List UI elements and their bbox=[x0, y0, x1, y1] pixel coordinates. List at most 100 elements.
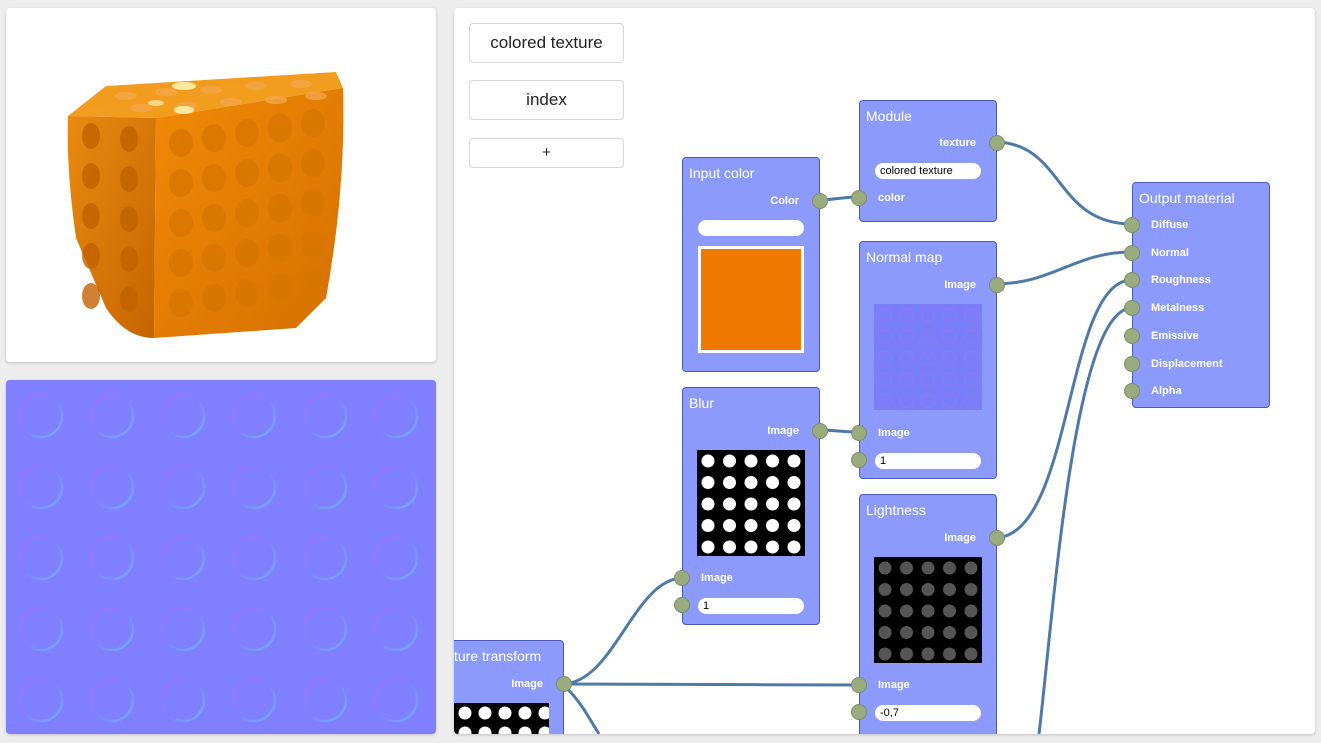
input-port-emissive[interactable] bbox=[1124, 327, 1140, 344]
thumbnail-dot bbox=[943, 626, 956, 639]
cube-dot bbox=[115, 92, 137, 100]
thumbnail-dot bbox=[943, 647, 956, 661]
node-lightness[interactable]: Lightness Image Image bbox=[851, 494, 1005, 734]
node-input-color[interactable]: Input color Color bbox=[682, 157, 828, 372]
thumbnail-dot bbox=[766, 476, 779, 489]
thumbnail-dot bbox=[964, 647, 978, 661]
thumbnail-dot bbox=[766, 519, 779, 532]
output-port-image[interactable] bbox=[812, 423, 828, 439]
thumbnail-dot bbox=[787, 454, 801, 468]
input-port-diffuse[interactable] bbox=[1124, 217, 1140, 233]
lightness-thumbnail bbox=[874, 557, 982, 663]
input-port-image[interactable] bbox=[851, 677, 867, 693]
port-label-image-out: Image bbox=[511, 678, 543, 690]
port-label-displacement: Displacement bbox=[1151, 357, 1223, 370]
input-port-strength[interactable] bbox=[851, 452, 867, 468]
output-port-texture[interactable] bbox=[989, 135, 1005, 151]
input-port-amount[interactable] bbox=[851, 704, 867, 720]
thumbnail-dot bbox=[478, 706, 492, 720]
input-port-normal[interactable] bbox=[1124, 244, 1140, 261]
normal-map-texture bbox=[6, 380, 436, 734]
thumbnail-dot bbox=[921, 647, 935, 661]
input-port-alpha[interactable] bbox=[1124, 383, 1140, 400]
node-title: Output material bbox=[1139, 190, 1235, 206]
orange-dice-cube-render bbox=[67, 72, 344, 338]
thumbnail-dot bbox=[878, 647, 892, 661]
thumbnail-dot bbox=[878, 583, 892, 596]
thumbnail-dot bbox=[787, 497, 801, 511]
node-title: ture transform bbox=[454, 648, 542, 664]
thumbnail-dot bbox=[900, 626, 913, 639]
thumbnail-dot bbox=[900, 604, 913, 618]
output-port-image[interactable] bbox=[556, 676, 572, 692]
blur-amount-field[interactable] bbox=[698, 598, 804, 614]
input-port-color[interactable] bbox=[851, 190, 867, 206]
node-blur[interactable]: Blur Image Image bbox=[674, 387, 828, 625]
input-port-image[interactable] bbox=[674, 570, 690, 586]
thumbnail-dot bbox=[723, 540, 736, 554]
output-port-image[interactable] bbox=[989, 277, 1005, 293]
normal-strength-field[interactable] bbox=[875, 453, 981, 469]
output-port-image[interactable] bbox=[989, 530, 1005, 546]
cube-dot bbox=[202, 204, 226, 232]
cube-dot bbox=[82, 243, 100, 269]
port-label-image-in: Image bbox=[878, 679, 910, 691]
node-title: Input color bbox=[689, 165, 755, 181]
cube-dot bbox=[235, 199, 259, 227]
color-swatch[interactable] bbox=[698, 246, 804, 353]
cube-dot bbox=[169, 169, 193, 197]
port-label-image-out: Image bbox=[944, 532, 976, 544]
node-title: Blur bbox=[689, 395, 714, 411]
thumbnail-dot bbox=[458, 706, 472, 720]
thumbnail-dot bbox=[766, 497, 779, 511]
cube-dot bbox=[301, 109, 325, 137]
thumbnail-dot bbox=[964, 561, 978, 575]
thumbnail-dot bbox=[964, 604, 978, 618]
port-label-color-out: Color bbox=[770, 195, 799, 207]
cube-dot bbox=[82, 203, 100, 229]
blur-thumbnail bbox=[697, 450, 805, 556]
port-label-image-out: Image bbox=[944, 279, 976, 291]
cube-dot bbox=[202, 244, 226, 272]
cube-dot bbox=[120, 286, 138, 312]
cube-dot bbox=[245, 82, 267, 90]
input-port-image[interactable] bbox=[851, 425, 867, 441]
cube-dot bbox=[268, 154, 292, 182]
lightness-amount-field[interactable] bbox=[875, 705, 981, 721]
cube-dot bbox=[268, 274, 292, 302]
input-port-metalness[interactable] bbox=[1124, 300, 1140, 317]
thumbnail-dot bbox=[943, 604, 956, 618]
input-port-amount[interactable] bbox=[674, 597, 690, 613]
thumbnail-dot bbox=[723, 476, 736, 489]
input-port-roughness[interactable] bbox=[1124, 272, 1140, 289]
cube-dot bbox=[301, 149, 325, 177]
node-module[interactable]: Module texture color bbox=[851, 100, 1005, 222]
cube-dot bbox=[82, 163, 100, 189]
thumbnail-dot bbox=[878, 561, 892, 575]
cube-dot bbox=[268, 234, 292, 262]
port-label-alpha: Alpha bbox=[1151, 385, 1182, 398]
cube-dot bbox=[155, 88, 177, 96]
thumbnail-dot bbox=[787, 476, 801, 489]
thumbnail-dot bbox=[723, 497, 736, 511]
3d-preview-panel[interactable] bbox=[6, 8, 436, 362]
node-texture-transform[interactable]: ture transform Image bbox=[454, 640, 572, 734]
cube-dot bbox=[82, 283, 100, 309]
cube-dot bbox=[130, 104, 152, 112]
cube-dot bbox=[235, 279, 259, 307]
port-label-color-in: color bbox=[878, 192, 905, 204]
cube-dot bbox=[235, 159, 259, 187]
cube-dot bbox=[301, 189, 325, 217]
node-normal-map[interactable]: Normal map Image Image bbox=[851, 241, 1005, 479]
color-value-field[interactable] bbox=[698, 220, 804, 236]
thumbnail-dot bbox=[518, 706, 532, 720]
output-port-color[interactable] bbox=[812, 193, 828, 209]
normal-map-preview-panel[interactable] bbox=[6, 380, 436, 734]
cube-dot bbox=[202, 124, 226, 152]
node-output-material[interactable]: Output material Diffuse Normal Roughness Me… bbox=[1124, 182, 1270, 408]
module-name-field[interactable] bbox=[875, 163, 981, 179]
node-graph-editor[interactable]: colored texture index + Input color Colo… bbox=[454, 8, 1315, 734]
node-title: Normal map bbox=[866, 249, 943, 265]
thumbnail-dot bbox=[964, 583, 978, 596]
input-port-displacement[interactable] bbox=[1124, 355, 1140, 372]
